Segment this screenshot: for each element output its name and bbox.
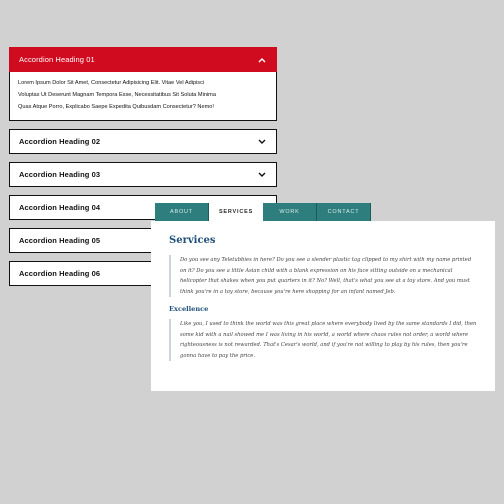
tab-services[interactable]: SERVICES xyxy=(209,203,263,221)
accordion-header-02[interactable]: Accordion Heading 02 xyxy=(9,129,277,154)
accordion-item-01: Accordion Heading 01 Lorem Ipsum Dolor S… xyxy=(9,47,277,121)
accordion-body-01: Lorem Ipsum Dolor Sit Amet, Consectetur … xyxy=(9,72,277,121)
tab-panel-services: Services Do you see any Teletubbies in h… xyxy=(151,221,495,391)
tabs-widget: ABOUT SERVICES WORK CONTACT Services Do … xyxy=(151,203,495,391)
panel-title: Services xyxy=(169,235,216,246)
accordion-header-03[interactable]: Accordion Heading 03 xyxy=(9,162,277,187)
accordion-title: Accordion Heading 02 xyxy=(19,137,101,146)
chevron-down-icon[interactable] xyxy=(257,170,267,180)
accordion-title: Accordion Heading 06 xyxy=(19,269,101,278)
panel-quote: Do you see any Teletubbies in here? Do y… xyxy=(169,255,477,297)
accordion-body-line: Voluptas Ut Deserunt Magnam Tempora Esse… xyxy=(18,92,216,98)
accordion-title: Accordion Heading 03 xyxy=(19,170,101,179)
accordion-header-01[interactable]: Accordion Heading 01 xyxy=(9,47,277,72)
accordion-body-line: Quas Atque Porro, Explicabo Saepe Expedi… xyxy=(18,104,214,110)
panel-quote: Like you, I used to think the world was … xyxy=(169,319,477,361)
accordion-title: Accordion Heading 04 xyxy=(19,203,101,212)
chevron-up-icon[interactable] xyxy=(257,55,267,65)
tab-about[interactable]: ABOUT xyxy=(155,203,209,221)
tab-bar: ABOUT SERVICES WORK CONTACT xyxy=(151,203,495,221)
chevron-down-icon[interactable] xyxy=(257,137,267,147)
tab-contact[interactable]: CONTACT xyxy=(317,203,371,221)
accordion-item-03: Accordion Heading 03 xyxy=(9,162,277,187)
accordion-item-02: Accordion Heading 02 xyxy=(9,129,277,154)
accordion-title: Accordion Heading 05 xyxy=(19,236,101,245)
tab-work[interactable]: WORK xyxy=(263,203,317,221)
accordion-body-line: Lorem Ipsum Dolor Sit Amet, Consectetur … xyxy=(18,80,205,86)
accordion-title: Accordion Heading 01 xyxy=(19,55,95,64)
panel-subtitle: Excellence xyxy=(169,305,209,313)
